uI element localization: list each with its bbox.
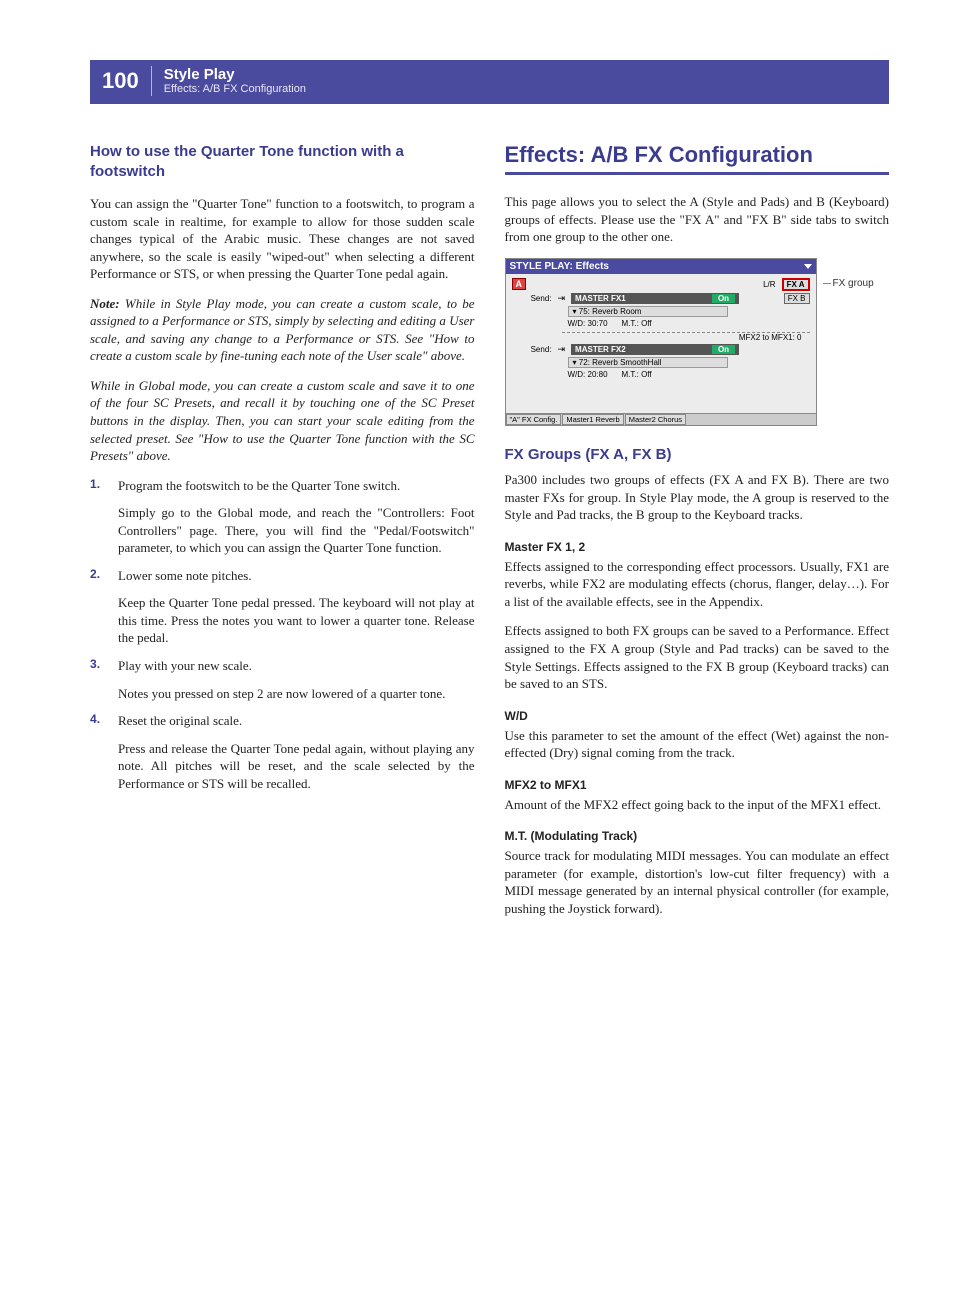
- step-1: Program the footswitch to be the Quarter…: [90, 477, 475, 557]
- left-column: How to use the Quarter Tone function wit…: [90, 142, 475, 929]
- step-4-body: Press and release the Quarter Tone pedal…: [118, 740, 475, 793]
- send-label-1: Send:: [512, 294, 552, 303]
- step-4: Reset the original scale. Press and rele…: [90, 712, 475, 792]
- effect-2-name: ▾ 72: Reverb SmoothHall: [568, 357, 728, 368]
- mfx-row: MFX2 to MFX1: 0: [562, 332, 810, 342]
- wd-2: W/D: 20:80: [568, 370, 608, 379]
- fx-groups-heading: FX Groups (FX A, FX B): [505, 446, 890, 463]
- header-subtitle: Effects: A/B FX Configuration: [164, 83, 306, 95]
- step-2-lead: Lower some note pitches.: [118, 567, 475, 585]
- tab-master1: Master1 Reverb: [562, 414, 623, 426]
- quarter-tone-heading: How to use the Quarter Tone function wit…: [90, 142, 475, 181]
- steps-list: Program the footswitch to be the Quarter…: [90, 477, 475, 793]
- step-2-body: Keep the Quarter Tone pedal pressed. The…: [118, 594, 475, 647]
- screenshot-tabs: "A" FX Config. Master1 Reverb Master2 Ch…: [506, 413, 816, 426]
- mt-1: M.T.: Off: [622, 319, 652, 328]
- fx-side-labels: FX group: [823, 258, 874, 289]
- step-1-lead: Program the footswitch to be the Quarter…: [118, 477, 475, 495]
- master-fx1-label: MASTER FX1 On: [571, 293, 739, 304]
- master-fx-p2: Effects assigned to both FX groups can b…: [505, 622, 890, 692]
- mt-heading: M.T. (Modulating Track): [505, 829, 890, 843]
- master-fx2-label: MASTER FX2 On: [571, 344, 739, 355]
- right-column: Effects: A/B FX Configuration This page …: [505, 142, 890, 929]
- screenshot-title: STYLE PLAY: Effects: [510, 261, 609, 272]
- tab-master2: Master2 Chorus: [625, 414, 686, 426]
- fx2-params: W/D: 20:80 M.T.: Off: [568, 370, 810, 379]
- effect-1-name: ▾ 75: Reverb Room: [568, 306, 728, 317]
- group-a-badge: A: [512, 278, 527, 290]
- lr-label: L/R: [763, 280, 775, 289]
- mfx2-p1: Amount of the MFX2 effect going back to …: [505, 796, 890, 814]
- fx1-params: W/D: 30:70 M.T.: Off: [568, 319, 810, 328]
- note-paragraph-2: While in Global mode, you can create a c…: [90, 377, 475, 465]
- wd-1: W/D: 30:70: [568, 319, 608, 328]
- quarter-tone-intro: You can assign the "Quarter Tone" functi…: [90, 195, 475, 283]
- master2-text: MASTER FX2: [575, 345, 626, 354]
- step-3-lead: Play with your new scale.: [118, 657, 475, 675]
- page-number: 100: [102, 68, 139, 94]
- send-label-2: Send:: [512, 345, 552, 354]
- note-label: Note:: [90, 296, 120, 311]
- page-header: 100 Style Play Effects: A/B FX Configura…: [90, 60, 889, 104]
- effects-screenshot: STYLE PLAY: Effects A L/R FX A Send: ⇥: [505, 258, 817, 427]
- screenshot-wrapper: STYLE PLAY: Effects A L/R FX A Send: ⇥: [505, 258, 890, 427]
- tab-config: "A" FX Config.: [506, 414, 562, 426]
- wd-heading: W/D: [505, 709, 890, 723]
- step-3: Play with your new scale. Notes you pres…: [90, 657, 475, 702]
- master-fx-heading: Master FX 1, 2: [505, 540, 890, 554]
- wd-p1: Use this parameter to set the amount of …: [505, 727, 890, 762]
- master-fx-p1: Effects assigned to the corresponding ef…: [505, 558, 890, 611]
- heading-underline: [505, 172, 890, 175]
- effects-intro: This page allows you to select the A (St…: [505, 193, 890, 246]
- fx2-on-badge: On: [712, 345, 735, 354]
- header-divider: [151, 66, 152, 96]
- fx1-on-badge: On: [712, 294, 735, 303]
- fxa-sidetab: FX A: [782, 278, 810, 291]
- mfx2-heading: MFX2 to MFX1: [505, 778, 890, 792]
- master1-text: MASTER FX1: [575, 294, 626, 303]
- screenshot-title-bar: STYLE PLAY: Effects: [506, 259, 816, 274]
- step-2: Lower some note pitches. Keep the Quarte…: [90, 567, 475, 647]
- step-3-body: Notes you pressed on step 2 are now lowe…: [118, 685, 475, 703]
- arrow-icon: ⇥: [558, 293, 566, 304]
- header-titles: Style Play Effects: A/B FX Configuration: [164, 67, 306, 96]
- mt-2: M.T.: Off: [622, 370, 652, 379]
- arrow-icon-2: ⇥: [558, 344, 566, 355]
- fx-group-label: FX group: [833, 278, 874, 289]
- mt-p1: Source track for modulating MIDI message…: [505, 847, 890, 917]
- note-1-text: While in Style Play mode, you can create…: [90, 296, 475, 364]
- dropdown-arrow-icon: [804, 264, 812, 269]
- step-1-body: Simply go to the Global mode, and reach …: [118, 504, 475, 557]
- fxb-sidetab: FX B: [784, 293, 810, 304]
- fx-groups-intro: Pa300 includes two groups of effects (FX…: [505, 471, 890, 524]
- screenshot-body: A L/R FX A Send: ⇥ MASTER FX1 On FX B: [506, 274, 816, 413]
- header-title: Style Play: [164, 67, 306, 84]
- effects-heading: Effects: A/B FX Configuration: [505, 142, 890, 168]
- note-paragraph-1: Note: While in Style Play mode, you can …: [90, 295, 475, 365]
- step-4-lead: Reset the original scale.: [118, 712, 475, 730]
